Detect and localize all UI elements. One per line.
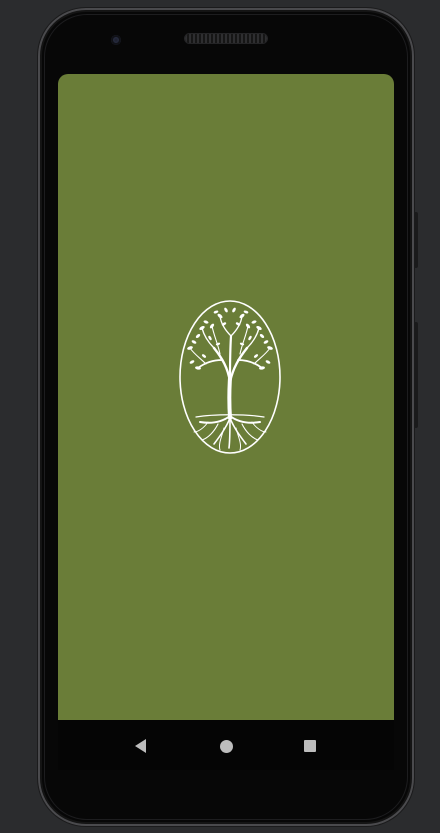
back-button[interactable] xyxy=(130,736,150,756)
splash-screen xyxy=(58,74,394,720)
phone-frame xyxy=(38,8,414,826)
home-button[interactable] xyxy=(216,736,236,756)
emulator-stage xyxy=(0,0,440,833)
recents-square-icon xyxy=(304,740,316,752)
tree-of-life-icon xyxy=(179,300,281,454)
front-camera-icon xyxy=(111,35,121,45)
home-circle-icon xyxy=(219,739,233,753)
earpiece-speaker xyxy=(185,34,267,43)
recents-button[interactable] xyxy=(300,736,320,756)
system-navigation-bar xyxy=(58,720,394,770)
volume-button[interactable] xyxy=(414,322,418,428)
power-button[interactable] xyxy=(414,212,418,268)
back-triangle-icon xyxy=(134,739,146,753)
